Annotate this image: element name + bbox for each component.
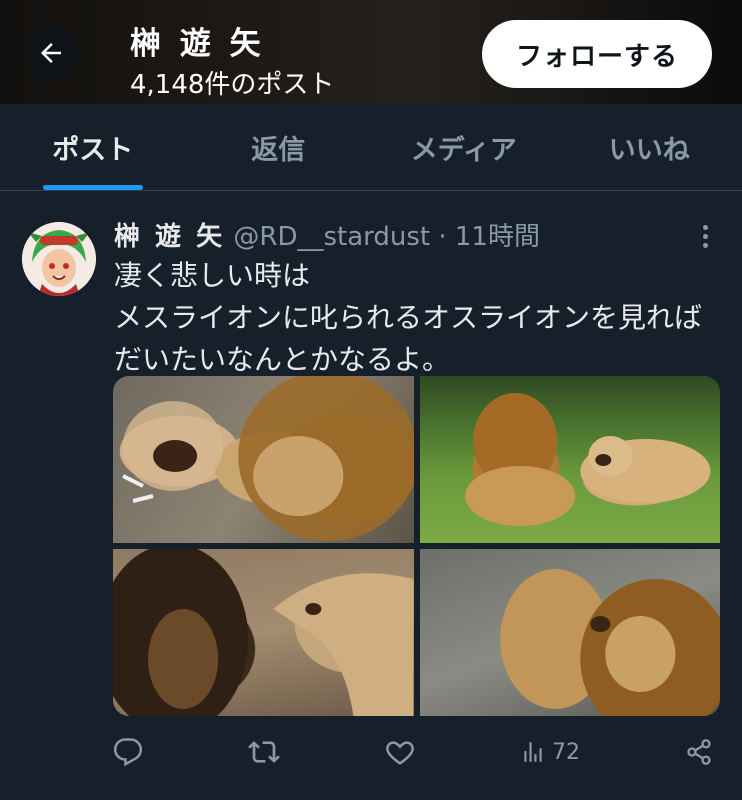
views-button[interactable]: 72 [520, 739, 580, 765]
follow-button[interactable]: フォローする [482, 20, 712, 88]
media-photo-1[interactable] [113, 376, 414, 543]
media-photo-4[interactable] [419, 549, 720, 716]
lion-photo-icon [464, 393, 710, 526]
like-button[interactable] [385, 737, 415, 767]
media-photo-3[interactable] [113, 549, 414, 716]
lion-photo-icon [499, 569, 720, 716]
media-photo-2[interactable] [419, 376, 720, 543]
lion-photo-icon [122, 376, 414, 541]
tab-label: メディア [410, 134, 517, 166]
tab-likes[interactable]: いいね [557, 104, 742, 190]
meta-separator: · [430, 222, 455, 252]
analytics-icon [524, 742, 542, 762]
share-icon [687, 739, 711, 765]
more-dot-icon [702, 242, 708, 248]
profile-name: 榊 遊 矢 [130, 26, 265, 62]
avatar-illustration [22, 222, 96, 296]
post-timestamp[interactable]: 11時間 [455, 222, 540, 252]
tab-label: いいね [608, 134, 690, 166]
repost-icon [248, 741, 280, 763]
heart-icon [386, 741, 414, 765]
reply-icon [113, 738, 143, 767]
more-dot-icon [702, 224, 708, 230]
post-header: 榊 遊 矢 @RD__stardust · 11時間 [114, 216, 540, 253]
tab-label: ポスト [52, 134, 134, 166]
post-count: 4,148件のポスト [130, 70, 335, 100]
active-tab-indicator [42, 185, 143, 190]
back-button[interactable] [23, 25, 79, 81]
repost-button[interactable] [248, 736, 280, 768]
more-options-button[interactable] [695, 220, 715, 252]
post-author-handle[interactable]: @RD__stardust [233, 222, 430, 252]
arrow-left-icon [41, 43, 61, 63]
post-media-grid [113, 376, 720, 716]
profile-tabs: ポスト 返信 メディア いいね [0, 104, 742, 191]
tab-media[interactable]: メディア [371, 104, 557, 190]
reply-button[interactable] [113, 737, 143, 767]
profile-header: 榊 遊 矢 4,148件のポスト フォローする [0, 0, 742, 104]
post-actions: 72 [113, 730, 713, 774]
tab-label: 返信 [251, 134, 306, 166]
post-text-line: メスライオンに叱られるオスライオンを見れば [114, 301, 703, 334]
avatar[interactable] [22, 222, 96, 296]
tab-replies[interactable]: 返信 [186, 104, 372, 190]
post-text: 凄く悲しい時は メスライオンに叱られるオスライオンを見れば だいたいなんとかなる… [114, 255, 724, 381]
share-button[interactable] [685, 738, 713, 766]
post-text-line: だいたいなんとかなるよ。 [114, 343, 451, 376]
post-text-line: 凄く悲しい時は [114, 259, 311, 292]
more-dot-icon [702, 233, 708, 239]
post-author-name[interactable]: 榊 遊 矢 [114, 222, 225, 252]
views-count: 72 [552, 739, 580, 765]
lion-photo-icon [113, 549, 414, 716]
tab-posts[interactable]: ポスト [0, 104, 186, 190]
